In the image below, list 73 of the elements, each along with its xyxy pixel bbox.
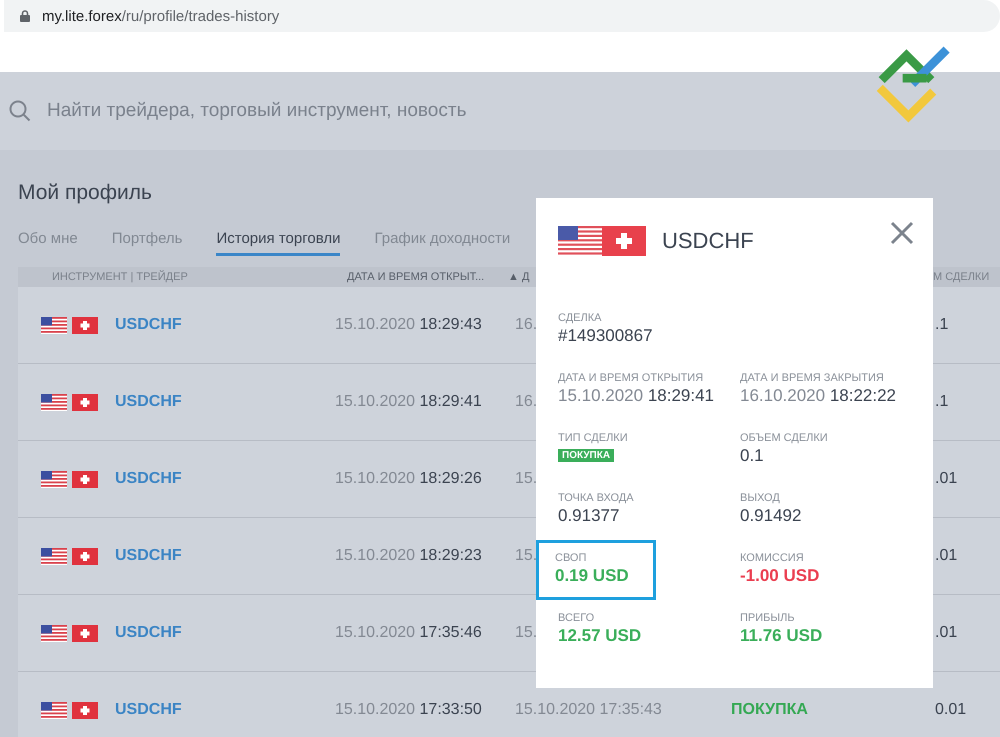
open-time-cell: 15.10.2020 17:35:46 bbox=[335, 624, 482, 642]
volume-cell: .01 bbox=[935, 624, 958, 642]
close-icon[interactable] bbox=[890, 221, 914, 245]
field-value: 11.76 USD bbox=[740, 626, 824, 646]
column-header[interactable]: ИНСТРУМЕНТ | ТРЕЙДЕР bbox=[18, 271, 330, 283]
us-flag-icon bbox=[41, 316, 67, 334]
close-time-cell: 16. bbox=[515, 316, 538, 334]
instrument-link[interactable]: USDCHF bbox=[115, 547, 182, 565]
us-flag-icon bbox=[41, 394, 67, 410]
field-label: ТОЧКА ВХОДА bbox=[558, 492, 635, 504]
trade-type-cell: ПОКУПКА bbox=[731, 701, 808, 719]
field-label: СДЕЛКА bbox=[558, 312, 602, 324]
close-time-cell: 15. bbox=[515, 624, 538, 642]
lock-icon bbox=[20, 10, 30, 22]
search-field[interactable]: Найти трейдера, торговый инструмент, новость bbox=[45, 99, 649, 123]
field-value: #149300867 bbox=[558, 326, 654, 346]
field-label: ПРИБЫЛЬ bbox=[740, 612, 796, 624]
field-label: ОБЪЕМ СДЕЛКИ bbox=[740, 432, 829, 444]
us-flag-icon bbox=[41, 548, 67, 564]
us-flag-icon bbox=[41, 624, 67, 642]
url-text: my.lite.forex/ru/profile/trades-history bbox=[42, 8, 280, 24]
column-header[interactable]: ДАТА И ВРЕМЯ ОТКРЫТ... bbox=[330, 271, 500, 283]
field-value: 0.1 bbox=[740, 446, 765, 466]
search-icon bbox=[9, 100, 31, 122]
instrument-link[interactable]: USDCHF bbox=[115, 316, 182, 334]
buy-badge: ПОКУПКА bbox=[558, 449, 614, 462]
field-value: -1.00 USD bbox=[740, 566, 820, 586]
tab[interactable]: История торговли bbox=[216, 227, 340, 256]
field-label: ВСЕГО bbox=[558, 612, 596, 624]
table-row[interactable]: USDCHF 15.10.2020 17:33:50 15.10.2020 17:35:43 ПОКУПКА 0.01 bbox=[18, 672, 1000, 737]
close-time-cell: 15. bbox=[515, 547, 538, 565]
open-time-cell: 15.10.2020 18:29:43 bbox=[335, 316, 482, 334]
close-time-cell: 16. bbox=[515, 393, 538, 411]
swiss-flag-icon bbox=[72, 548, 98, 564]
field-value: 12.57 USD bbox=[558, 626, 642, 646]
open-time-cell: 15.10.2020 18:29:41 bbox=[335, 393, 482, 411]
instrument-link[interactable]: USDCHF bbox=[115, 393, 182, 411]
volume-cell: .01 bbox=[935, 470, 958, 488]
field-value: 0.19 USD bbox=[555, 566, 630, 586]
swiss-flag-icon bbox=[72, 624, 98, 642]
us-flag-icon bbox=[41, 470, 67, 488]
volume-cell: 0.01 bbox=[935, 701, 966, 719]
swiss-flag-icon bbox=[72, 316, 98, 334]
open-time-cell: 15.10.2020 18:29:23 bbox=[335, 547, 482, 565]
instrument-link[interactable]: USDCHF bbox=[115, 470, 182, 488]
field-label: ТИП СДЕЛКИ bbox=[558, 432, 629, 444]
currency-flags-icon bbox=[558, 226, 646, 256]
tab[interactable]: График доходности bbox=[374, 227, 510, 253]
open-time-cell: 15.10.2020 18:29:26 bbox=[335, 470, 482, 488]
close-time-cell: 15.10.2020 17:35:43 bbox=[515, 701, 662, 719]
field-label: ВЫХОД bbox=[740, 492, 781, 504]
field-label: СВОП bbox=[555, 552, 588, 564]
page-title: Мой профиль bbox=[18, 180, 153, 206]
field-value: 15.10.2020 18:29:41 bbox=[558, 386, 716, 406]
field-label: ДАТА И ВРЕМЯ ЗАКРЫТИЯ bbox=[740, 372, 885, 384]
us-flag-icon bbox=[41, 702, 67, 718]
volume-cell: .01 bbox=[935, 547, 958, 565]
open-time-cell: 15.10.2020 17:33:50 bbox=[335, 701, 482, 719]
address-bar[interactable]: my.lite.forex/ru/profile/trades-history bbox=[4, 0, 1000, 32]
dialog-title: USDCHF bbox=[662, 228, 754, 254]
instrument-link[interactable]: USDCHF bbox=[115, 701, 182, 719]
swiss-flag-icon bbox=[72, 470, 98, 488]
instrument-link[interactable]: USDCHF bbox=[115, 624, 182, 642]
field-value: 16.10.2020 18:22:22 bbox=[740, 386, 898, 406]
swiss-flag-icon bbox=[72, 702, 98, 718]
swiss-flag-icon bbox=[72, 394, 98, 410]
tab[interactable]: Портфель bbox=[112, 227, 182, 253]
volume-cell: .1 bbox=[935, 316, 948, 334]
volume-cell: .1 bbox=[935, 393, 948, 411]
close-time-cell: 15. bbox=[515, 470, 538, 488]
field-label: ДАТА И ВРЕМЯ ОТКРЫТИЯ bbox=[558, 372, 704, 384]
field-label: КОМИССИЯ bbox=[740, 552, 805, 564]
tab[interactable]: Обо мне bbox=[18, 227, 78, 253]
